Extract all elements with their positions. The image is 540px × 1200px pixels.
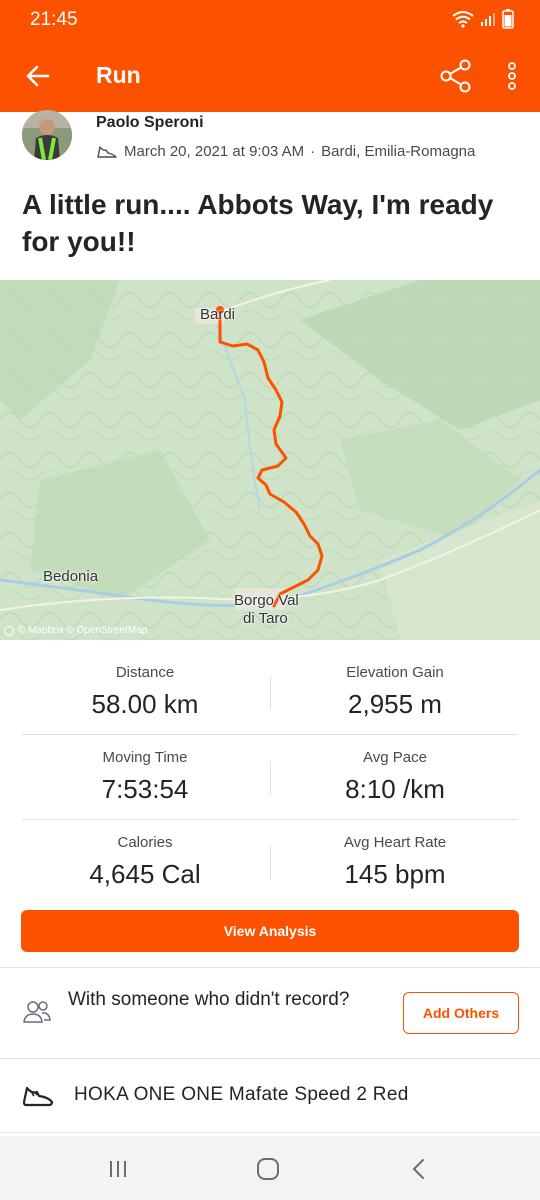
stat-distance: Distance 58.00 km — [20, 640, 270, 725]
athlete-name[interactable]: Paolo Speroni — [96, 114, 204, 132]
stat-avg-pace: Avg Pace 8:10 /km — [270, 725, 520, 810]
home-icon[interactable] — [253, 1154, 283, 1184]
add-others-button[interactable]: Add Others — [403, 992, 519, 1034]
map-label-bardi: Bardi — [200, 306, 236, 323]
running-shoe-icon — [97, 145, 117, 158]
page-title: Run — [96, 62, 141, 88]
stat-divider — [270, 846, 271, 880]
stat-value: 4,645 Cal — [89, 859, 201, 889]
map-attribution[interactable]: © Mapbox © OpenStreetMap — [4, 625, 147, 636]
stat-label: Moving Time — [102, 749, 188, 766]
meta-separator: · — [310, 143, 316, 160]
activity-meta: March 20, 2021 at 9:03 AM · Bardi, Emili… — [96, 143, 475, 160]
stat-label: Elevation Gain — [346, 664, 444, 681]
stat-divider — [270, 676, 271, 710]
stat-avg-heart-rate: Avg Heart Rate 145 bpm — [270, 810, 520, 895]
battery-icon — [502, 9, 514, 29]
stat-elevation-gain: Elevation Gain 2,955 m — [270, 640, 520, 725]
stat-label: Distance — [115, 664, 175, 681]
app-bar: Run — [0, 40, 540, 112]
stat-value: 58.00 km — [91, 689, 199, 719]
section-divider — [0, 1132, 540, 1133]
section-divider — [0, 1058, 540, 1059]
people-icon — [23, 1001, 51, 1023]
stat-divider — [270, 761, 271, 795]
info-icon[interactable] — [4, 625, 14, 636]
back-nav-icon[interactable] — [404, 1154, 434, 1184]
gear-name: HOKA ONE ONE Mafate Speed 2 Red — [74, 1084, 409, 1105]
activity-title: A little run.... Abbots Way, I'm ready f… — [22, 189, 494, 257]
signal-icon — [481, 13, 495, 26]
shoe-icon — [22, 1086, 54, 1107]
recent-apps-icon[interactable] — [103, 1154, 133, 1184]
map-label-bedonia: Bedonia — [43, 568, 99, 585]
stat-moving-time: Moving Time 7:53:54 — [20, 725, 270, 810]
with-others-text: With someone who didn't record? — [68, 989, 350, 1010]
stat-value: 8:10 /km — [345, 774, 445, 804]
system-nav-bar — [0, 1136, 540, 1200]
stats-grid: Distance 58.00 km Elevation Gain 2,955 m… — [0, 640, 540, 896]
stat-value: 145 bpm — [344, 859, 446, 889]
athlete-header: Paolo Speroni March 20, 2021 at 9:03 AM … — [0, 110, 540, 170]
status-time: 21:45 — [30, 9, 78, 30]
gear-row[interactable]: HOKA ONE ONE Mafate Speed 2 Red — [0, 1060, 540, 1132]
with-others-row: With someone who didn't record? Add Othe… — [0, 968, 540, 1058]
stat-calories: Calories 4,645 Cal — [20, 810, 270, 895]
activity-date: March 20, 2021 at 9:03 AM — [124, 143, 305, 160]
stat-label: Avg Heart Rate — [343, 834, 447, 851]
arrow-left-icon[interactable] — [22, 60, 54, 92]
status-icons — [452, 9, 514, 29]
map-label-borgo-line1: Borgo Val — [234, 592, 299, 609]
more-vertical-icon[interactable] — [500, 58, 524, 94]
route-map[interactable]: Bardi Bedonia Borgo Val di Taro © Mapbox… — [0, 280, 540, 640]
stat-label: Avg Pace — [363, 749, 427, 766]
wifi-icon — [452, 11, 474, 28]
activity-location: Bardi, Emilia-Romagna — [321, 143, 476, 160]
avatar[interactable] — [22, 110, 72, 160]
stat-label: Calories — [117, 834, 173, 851]
stat-value: 2,955 m — [348, 689, 442, 719]
status-bar: 21:45 — [0, 0, 540, 40]
view-analysis-button[interactable]: View Analysis — [21, 910, 519, 952]
share-icon[interactable] — [438, 58, 474, 94]
map-label-borgo-line2: di Taro — [243, 610, 288, 627]
stat-value: 7:53:54 — [101, 774, 189, 804]
